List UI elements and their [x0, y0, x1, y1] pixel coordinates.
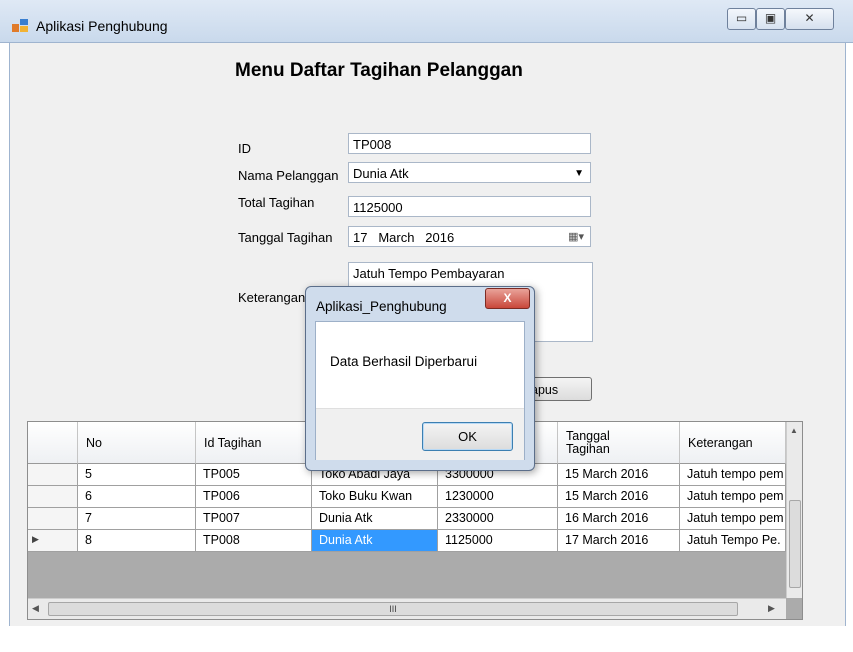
date-month: March	[378, 230, 415, 245]
cell-id-tagihan[interactable]: TP008	[196, 530, 312, 552]
ok-button[interactable]: OK	[422, 422, 513, 451]
nama-pelanggan-select[interactable]: Dunia Atk ▼	[348, 162, 591, 183]
cell-keterangan[interactable]: Jatuh Tempo Pe.	[680, 530, 786, 552]
page-title: Menu Daftar Tagihan Pelanggan	[235, 60, 523, 81]
id-input[interactable]: TP008	[348, 133, 591, 154]
label-total-tagihan: Total Tagihan	[238, 195, 315, 210]
minimize-button[interactable]: ▭	[727, 8, 756, 30]
label-id: ID	[238, 141, 251, 156]
cell-pelanggan[interactable]: Dunia Atk	[312, 530, 438, 552]
window-controls: ▭ ▣ ✕	[727, 8, 839, 30]
date-day: 17	[353, 230, 368, 245]
cell-no[interactable]: 5	[78, 464, 196, 486]
message-dialog: Aplikasi_Penghubung X Data Berhasil Dipe…	[305, 286, 535, 471]
column-header-tanggal-tagihan[interactable]: Tanggal Tagihan	[558, 422, 680, 464]
grid-corner-header	[28, 422, 78, 464]
cell-no[interactable]: 7	[78, 508, 196, 530]
window-title: Aplikasi Penghubung	[36, 18, 168, 34]
dialog-message: Data Berhasil Diperbarui	[330, 354, 478, 369]
chevron-down-icon[interactable]: ▼	[574, 163, 584, 184]
dialog-title: Aplikasi_Penghubung	[316, 299, 447, 314]
column-header-tanggal-label: Tanggal Tagihan	[566, 428, 610, 456]
scroll-left-icon[interactable]: ◀	[32, 603, 39, 614]
close-icon: X	[503, 291, 512, 305]
row-header[interactable]	[28, 508, 78, 530]
cell-total[interactable]: 1230000	[438, 486, 558, 508]
maximize-icon: ▣	[764, 11, 777, 25]
cell-tanggal[interactable]: 15 March 2016	[558, 486, 680, 508]
column-header-no[interactable]: No	[78, 422, 196, 464]
cell-total[interactable]: 2330000	[438, 508, 558, 530]
cell-no[interactable]: 8	[78, 530, 196, 552]
cell-total[interactable]: 1125000	[438, 530, 558, 552]
calendar-icon[interactable]: ▦▾	[568, 227, 584, 248]
close-button[interactable]: ✕	[785, 8, 834, 30]
maximize-button[interactable]: ▣	[756, 8, 785, 30]
cell-id-tagihan[interactable]: TP007	[196, 508, 312, 530]
tanggal-tagihan-picker[interactable]: 17 March 2016 ▦▾	[348, 226, 591, 247]
nama-pelanggan-value: Dunia Atk	[353, 166, 409, 181]
row-header[interactable]	[28, 464, 78, 486]
minimize-icon: ▭	[735, 11, 748, 25]
vertical-scroll-thumb[interactable]	[789, 500, 801, 588]
dialog-close-button[interactable]: X	[485, 288, 530, 309]
row-header[interactable]: ▶	[28, 530, 78, 552]
label-tanggal-tagihan: Tanggal Tagihan	[238, 230, 333, 245]
title-bar: Aplikasi Penghubung ▭ ▣ ✕	[0, 0, 853, 43]
label-nama-pelanggan: Nama Pelanggan	[238, 168, 339, 183]
cell-tanggal[interactable]: 15 March 2016	[558, 464, 680, 486]
cell-keterangan[interactable]: Jatuh tempo pem	[680, 464, 786, 486]
horizontal-scrollbar[interactable]: ◀ III ▶	[28, 598, 786, 619]
label-keterangan: Keterangan	[238, 290, 306, 305]
cell-id-tagihan[interactable]: TP005	[196, 464, 312, 486]
total-tagihan-input[interactable]: 1125000	[348, 196, 591, 217]
cell-tanggal[interactable]: 16 March 2016	[558, 508, 680, 530]
cell-no[interactable]: 6	[78, 486, 196, 508]
row-header[interactable]	[28, 486, 78, 508]
app-icon	[12, 19, 28, 33]
vertical-scrollbar[interactable]: ▲	[786, 422, 802, 598]
cell-keterangan[interactable]: Jatuh tempo pem	[680, 486, 786, 508]
scroll-up-icon[interactable]: ▲	[790, 426, 798, 435]
column-header-keterangan[interactable]: Keterangan	[680, 422, 786, 464]
close-icon: ✕	[804, 11, 815, 25]
column-header-id-tagihan[interactable]: Id Tagihan	[196, 422, 312, 464]
cell-id-tagihan[interactable]: TP006	[196, 486, 312, 508]
date-year: 2016	[425, 230, 455, 245]
dialog-body: Data Berhasil Diperbarui OK	[315, 321, 525, 460]
cell-keterangan[interactable]: Jatuh tempo pem	[680, 508, 786, 530]
current-row-icon: ▶	[32, 534, 39, 544]
dialog-footer: OK	[316, 408, 524, 460]
horizontal-scroll-thumb[interactable]: III	[48, 602, 738, 616]
cell-pelanggan[interactable]: Dunia Atk	[312, 508, 438, 530]
cell-pelanggan[interactable]: Toko Buku Kwan	[312, 486, 438, 508]
scroll-right-icon[interactable]: ▶	[768, 603, 775, 614]
cell-tanggal[interactable]: 17 March 2016	[558, 530, 680, 552]
